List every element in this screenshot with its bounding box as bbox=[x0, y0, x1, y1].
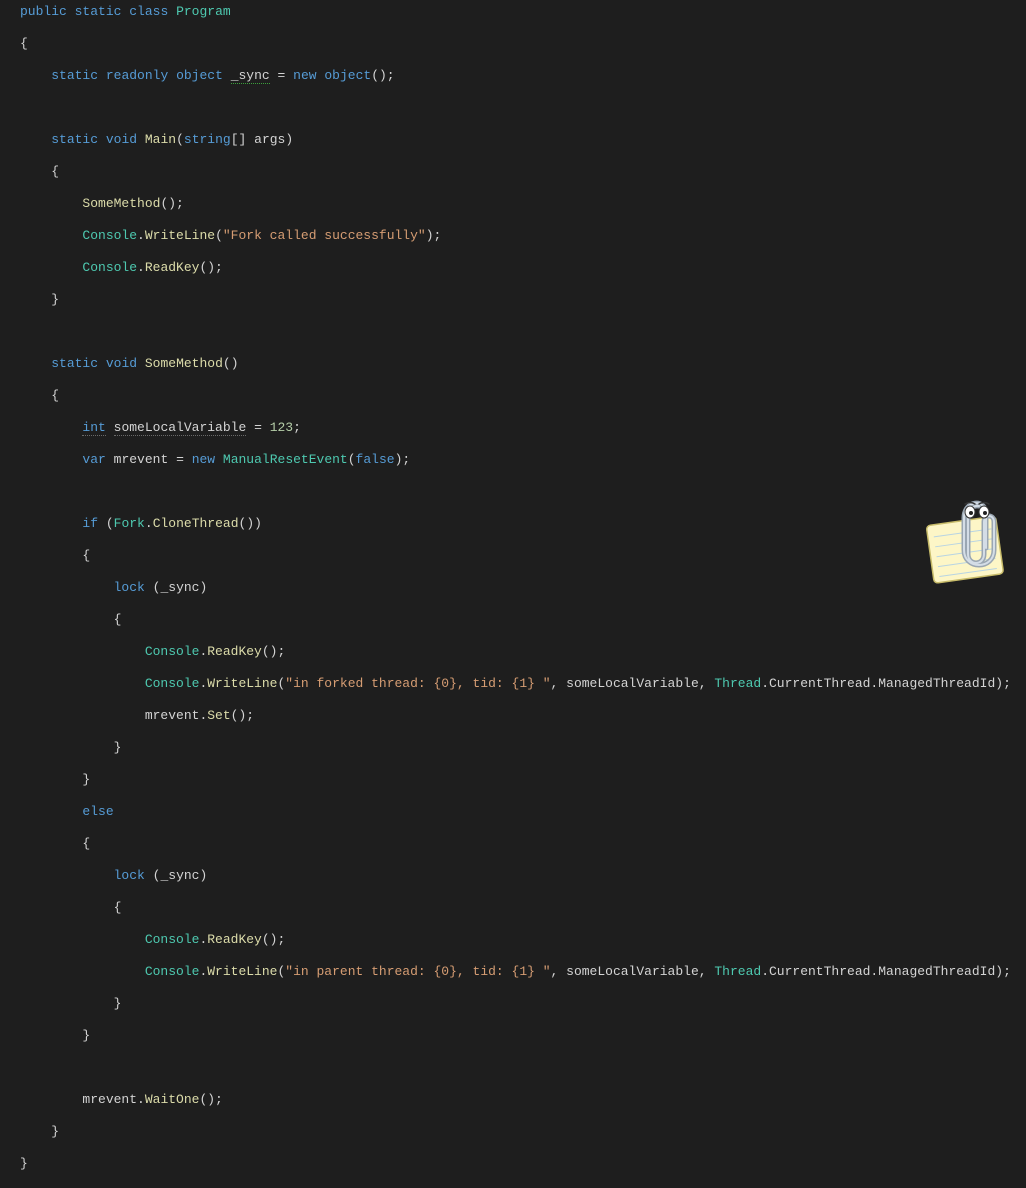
code-line bbox=[0, 484, 1026, 500]
code-line: } bbox=[0, 740, 1026, 756]
code-line: else bbox=[0, 804, 1026, 820]
code-line: mrevent.WaitOne(); bbox=[0, 1092, 1026, 1108]
code-line: { bbox=[0, 164, 1026, 180]
code-line: { bbox=[0, 612, 1026, 628]
code-line: } bbox=[0, 772, 1026, 788]
code-line bbox=[0, 324, 1026, 340]
code-line: Console.WriteLine("Fork called successfu… bbox=[0, 228, 1026, 244]
code-line: lock (_sync) bbox=[0, 868, 1026, 884]
code-line: if (Fork.CloneThread()) bbox=[0, 516, 1026, 532]
code-line: var mrevent = new ManualResetEvent(false… bbox=[0, 452, 1026, 468]
code-line: { bbox=[0, 548, 1026, 564]
code-line: int someLocalVariable = 123; bbox=[0, 420, 1026, 436]
code-line: static void SomeMethod() bbox=[0, 356, 1026, 372]
code-line: } bbox=[0, 292, 1026, 308]
code-line: public static class Program bbox=[0, 4, 1026, 20]
code-line: Console.WriteLine("in forked thread: {0}… bbox=[0, 676, 1026, 692]
code-editor[interactable]: public static class Program { static rea… bbox=[0, 4, 1026, 1188]
code-line: mrevent.Set(); bbox=[0, 708, 1026, 724]
code-line: static void Main(string[] args) bbox=[0, 132, 1026, 148]
code-line: Console.ReadKey(); bbox=[0, 644, 1026, 660]
code-line: { bbox=[0, 900, 1026, 916]
code-line: { bbox=[0, 836, 1026, 852]
code-line: Console.ReadKey(); bbox=[0, 260, 1026, 276]
code-line: } bbox=[0, 1028, 1026, 1044]
code-line: } bbox=[0, 996, 1026, 1012]
code-line: { bbox=[0, 388, 1026, 404]
code-line: } bbox=[0, 1124, 1026, 1140]
code-line: Console.WriteLine("in parent thread: {0}… bbox=[0, 964, 1026, 980]
code-line: static readonly object _sync = new objec… bbox=[0, 68, 1026, 84]
code-line: } bbox=[0, 1156, 1026, 1172]
code-line: { bbox=[0, 36, 1026, 52]
code-line: Console.ReadKey(); bbox=[0, 932, 1026, 948]
code-line bbox=[0, 100, 1026, 116]
code-line: SomeMethod(); bbox=[0, 196, 1026, 212]
code-line bbox=[0, 1060, 1026, 1076]
